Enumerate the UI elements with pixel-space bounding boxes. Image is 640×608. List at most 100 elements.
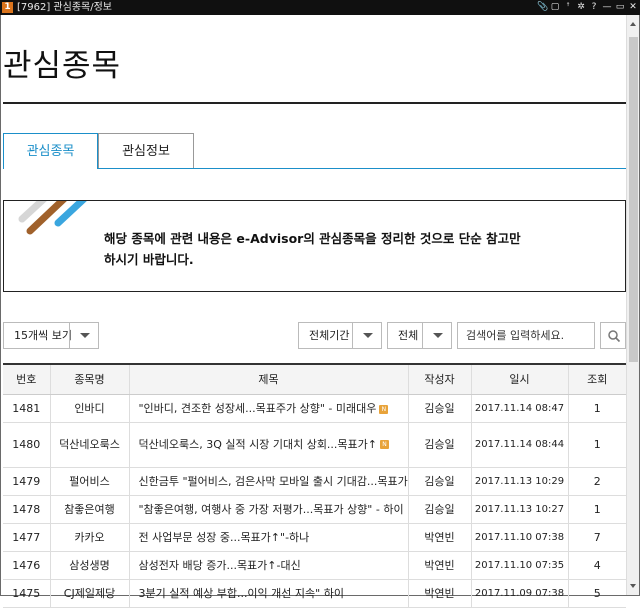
cell-stock: 참좋은여행 [50, 495, 130, 524]
cell-date: 2017.11.10 07:35 [471, 551, 569, 580]
help-icon[interactable]: ? [589, 2, 599, 13]
close-icon[interactable]: ✕ [628, 2, 638, 13]
cell-stock: 삼성생명 [50, 551, 130, 580]
search-icon [608, 330, 621, 343]
cell-author: 박연빈 [408, 579, 472, 608]
pin-icon[interactable]: ꜛ [563, 2, 573, 13]
cell-author: 박연빈 [408, 551, 472, 580]
cell-subject[interactable]: 덕산네오룩스, 3Q 실적 시장 기대치 상회...목표가↑ N [129, 422, 409, 468]
new-badge-icon: N [379, 404, 389, 414]
posts-table: 번호 종목명 제목 작성자 일시 조회 1481 인바디 "인바디, 견조한 성… [3, 363, 626, 608]
cell-date: 2017.11.10 07:38 [471, 523, 569, 552]
cell-no: 1476 [3, 551, 51, 580]
tab-interest-stocks[interactable]: 관심종목 [3, 133, 98, 169]
cell-date: 2017.11.13 10:27 [471, 495, 569, 524]
table-header-row: 번호 종목명 제목 작성자 일시 조회 [3, 363, 626, 395]
cell-views: 2 [568, 467, 626, 496]
window-titlebar: 1 [7962] 관심종목/정보 📎 ▢ ꜛ ✲ ? — ▭ ✕ [0, 0, 640, 15]
scroll-down-icon[interactable] [627, 580, 640, 593]
tab-interest-info[interactable]: 관심정보 [98, 133, 194, 168]
cell-author: 김승일 [408, 495, 472, 524]
chevron-down-icon[interactable] [352, 323, 381, 348]
header-date: 일시 [471, 363, 569, 395]
tab-bar: 관심종목 관심정보 [3, 133, 626, 169]
cell-date: 2017.11.14 08:47 [471, 394, 569, 423]
cell-no: 1478 [3, 495, 51, 524]
maximize-icon[interactable]: ▭ [615, 2, 625, 13]
page-size-label: 15개씩 보기 [14, 329, 72, 342]
cell-subject[interactable]: "인바디, 견조한 성장세...목표주가 상향" - 미래대우 N [129, 394, 409, 423]
table-row[interactable]: 1478 참좋은여행 "참좋은여행, 여행사 중 가장 저평가...목표가 상향… [3, 495, 626, 524]
notice-text: 해당 종목에 관련 내용은 e-Advisor의 관심종목을 정리한 것으로 단… [104, 231, 521, 267]
window-title: [7962] 관심종목/정보 [17, 2, 112, 13]
search-input[interactable] [457, 322, 595, 349]
cell-subject[interactable]: 삼성전자 배당 증가...목표가↑-대신 [129, 551, 409, 580]
screen-icon[interactable]: ▢ [550, 2, 560, 13]
page-size-select[interactable]: 15개씩 보기 [3, 322, 99, 349]
app-icon: 1 [2, 2, 13, 13]
subject-link[interactable]: 신한금투 "펄어비스, 검은사막 모바일 출시 기대감...목표가↑" [139, 475, 408, 488]
scroll-up-icon[interactable] [627, 17, 640, 30]
cell-no: 1475 [3, 579, 51, 608]
cell-views: 1 [568, 422, 626, 468]
table-row[interactable]: 1480 덕산네오룩스 덕산네오룩스, 3Q 실적 시장 기대치 상회...목표… [3, 422, 626, 468]
cell-no: 1481 [3, 394, 51, 423]
cell-views: 4 [568, 551, 626, 580]
header-views: 조회 [568, 363, 626, 395]
minimize-icon[interactable]: — [602, 2, 612, 13]
header-no: 번호 [3, 363, 51, 395]
cell-views: 5 [568, 579, 626, 608]
cell-views: 1 [568, 495, 626, 524]
filter-toolbar: 15개씩 보기 전체기간 전체 [3, 322, 626, 349]
cell-no: 1477 [3, 523, 51, 552]
cell-date: 2017.11.14 08:44 [471, 422, 569, 468]
cell-author: 박연빈 [408, 523, 472, 552]
search-button[interactable] [600, 322, 626, 349]
table-row[interactable]: 1481 인바디 "인바디, 견조한 성장세...목표주가 상향" - 미래대우… [3, 394, 626, 423]
cell-no: 1479 [3, 467, 51, 496]
stripes-decoration-icon [18, 201, 87, 235]
title-divider [3, 102, 626, 104]
cell-stock: 펄어비스 [50, 467, 130, 496]
settings-icon[interactable]: ✲ [576, 2, 586, 13]
cell-date: 2017.11.13 10:29 [471, 467, 569, 496]
table-row[interactable]: 1477 카카오 전 사업부문 성장 중...목표가↑"-하나 박연빈 2017… [3, 523, 626, 552]
header-author: 작성자 [408, 363, 472, 395]
cell-stock: CJ제일제당 [50, 579, 130, 608]
notice-box: 해당 종목에 관련 내용은 e-Advisor의 관심종목을 정리한 것으로 단… [3, 200, 626, 292]
period-select[interactable]: 전체기간 [298, 322, 382, 349]
chevron-down-icon[interactable] [422, 323, 451, 348]
window-controls: 📎 ▢ ꜛ ✲ ? — ▭ ✕ [537, 0, 638, 15]
cell-no: 1480 [3, 422, 51, 468]
cell-views: 1 [568, 394, 626, 423]
page-title: 관심종목 [3, 48, 122, 84]
cell-subject[interactable]: 3분기 실적 예상 부합...이익 개선 지속" 하이 [129, 579, 409, 608]
cell-subject[interactable]: 전 사업부문 성장 중...목표가↑"-하나 [129, 523, 409, 552]
clip-icon[interactable]: 📎 [537, 2, 548, 13]
subject-link[interactable]: 덕산네오룩스, 3Q 실적 시장 기대치 상회...목표가↑ [139, 438, 378, 451]
cell-author: 김승일 [408, 422, 472, 468]
new-badge-icon: N [380, 440, 390, 449]
table-row[interactable]: 1476 삼성생명 삼성전자 배당 증가...목표가↑-대신 박연빈 2017.… [3, 551, 626, 580]
chevron-down-icon[interactable] [69, 323, 98, 348]
cell-author: 김승일 [408, 467, 472, 496]
subject-link[interactable]: 3분기 실적 예상 부합...이익 개선 지속" 하이 [139, 587, 344, 600]
cell-subject[interactable]: 신한금투 "펄어비스, 검은사막 모바일 출시 기대감...목표가↑" [129, 467, 409, 496]
cell-stock: 카카오 [50, 523, 130, 552]
scope-label: 전체 [398, 329, 419, 342]
cell-author: 김승일 [408, 394, 472, 423]
scroll-thumb[interactable] [629, 37, 638, 362]
subject-link[interactable]: 삼성전자 배당 증가...목표가↑-대신 [139, 559, 301, 572]
scope-select[interactable]: 전체 [387, 322, 452, 349]
cell-date: 2017.11.09 07:38 [471, 579, 569, 608]
period-label: 전체기간 [309, 329, 350, 342]
cell-views: 7 [568, 523, 626, 552]
cell-subject[interactable]: "참좋은여행, 여행사 중 가장 저평가...목표가 상향" - 하이 [129, 495, 409, 524]
cell-stock: 인바디 [50, 394, 130, 423]
subject-link[interactable]: "인바디, 견조한 성장세...목표주가 상향" - 미래대우 [139, 402, 377, 415]
subject-link[interactable]: "참좋은여행, 여행사 중 가장 저평가...목표가 상향" - 하이 [139, 503, 404, 516]
table-row[interactable]: 1475 CJ제일제당 3분기 실적 예상 부합...이익 개선 지속" 하이 … [3, 579, 626, 608]
vertical-scrollbar[interactable] [626, 15, 639, 595]
subject-link[interactable]: 전 사업부문 성장 중...목표가↑"-하나 [139, 531, 310, 544]
table-row[interactable]: 1479 펄어비스 신한금투 "펄어비스, 검은사막 모바일 출시 기대감...… [3, 467, 626, 496]
